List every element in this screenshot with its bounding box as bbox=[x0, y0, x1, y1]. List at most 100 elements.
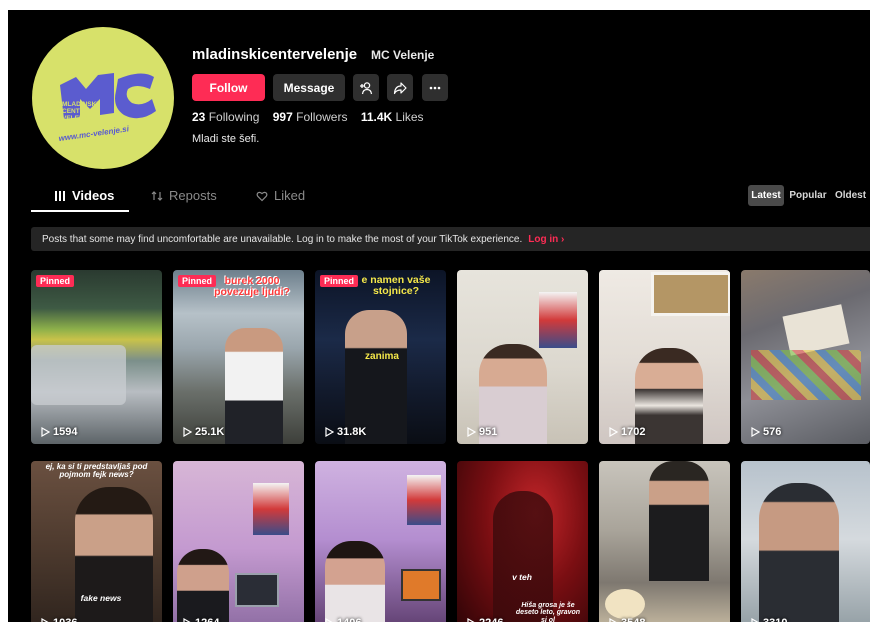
tab-liked-label: Liked bbox=[274, 188, 306, 203]
likes-label: Likes bbox=[395, 110, 424, 124]
follow-button[interactable]: Follow bbox=[192, 74, 265, 101]
video-caption: Hiša grosa je še deseto leto, gravon si … bbox=[515, 602, 581, 622]
mc-velenje-logo: MLADINSKI CENTER VELENJE www.mc-velenje.… bbox=[58, 73, 156, 143]
play-icon bbox=[41, 427, 50, 437]
play-icon bbox=[751, 618, 759, 622]
notice-text: Posts that some may find uncomfortable a… bbox=[42, 233, 523, 245]
sort-latest-button[interactable]: Latest bbox=[748, 185, 784, 206]
play-icon bbox=[325, 618, 333, 622]
content-notice-banner: Posts that some may find uncomfortable a… bbox=[31, 227, 870, 251]
thumbnail-person bbox=[225, 328, 283, 444]
video-card[interactable]: e namen vaše stojnice? zanima Pinned 31.… bbox=[315, 270, 446, 444]
video-subcaption: v teh bbox=[512, 572, 532, 582]
tab-videos[interactable]: Videos bbox=[54, 188, 114, 203]
video-subcaption: zanima bbox=[365, 351, 399, 362]
thumbnail-person bbox=[177, 549, 229, 622]
add-friend-button[interactable] bbox=[353, 74, 379, 101]
thumbnail-poster bbox=[407, 475, 441, 525]
following-count: 23 bbox=[192, 110, 206, 124]
add-user-icon bbox=[360, 81, 373, 94]
thumbnail-window bbox=[651, 272, 730, 316]
profile-username: mladinskicentervelenje bbox=[192, 46, 358, 63]
thumbnail-fireplace bbox=[401, 569, 441, 601]
video-caption: e namen vaše stojnice? bbox=[361, 274, 431, 298]
thumbnail-person bbox=[325, 541, 385, 622]
sort-oldest-button[interactable]: Oldest bbox=[831, 185, 870, 206]
video-views: 31.8K bbox=[324, 426, 366, 438]
tab-reposts[interactable]: Reposts bbox=[151, 188, 217, 203]
video-card[interactable]: 3548 bbox=[599, 461, 730, 622]
play-icon bbox=[609, 618, 617, 622]
pinned-badge: Pinned bbox=[36, 275, 75, 287]
active-tab-indicator bbox=[31, 210, 129, 212]
video-views: 2246 bbox=[466, 617, 503, 622]
play-icon bbox=[609, 427, 618, 437]
thumbnail-person bbox=[345, 310, 407, 444]
video-views: 1702 bbox=[608, 426, 645, 438]
tab-liked[interactable]: Liked bbox=[256, 188, 305, 203]
play-icon bbox=[183, 427, 192, 437]
thumbnail-laptop bbox=[235, 573, 279, 607]
grid-icon bbox=[55, 190, 65, 201]
play-icon bbox=[467, 618, 475, 622]
video-card[interactable]: 1406 bbox=[315, 461, 446, 622]
followers-label[interactable]: Followers bbox=[296, 110, 347, 124]
profile-stats: 23 Following 997 Followers 11.4K Likes bbox=[192, 110, 434, 124]
followers-count: 997 bbox=[272, 110, 293, 124]
video-card[interactable]: ej, ka si ti predstavljaš pod pojmom fej… bbox=[31, 461, 162, 622]
heart-icon bbox=[256, 191, 268, 201]
thumbnail-craft-items bbox=[751, 350, 861, 400]
share-button[interactable] bbox=[387, 74, 413, 101]
message-button[interactable]: Message bbox=[273, 74, 345, 101]
pinned-badge: Pinned bbox=[178, 275, 217, 287]
video-views: 1594 bbox=[40, 426, 77, 438]
thumbnail-person bbox=[759, 483, 839, 622]
thumbnail-poster bbox=[253, 483, 289, 535]
video-card[interactable]: 1702 bbox=[599, 270, 730, 444]
profile-page: MLADINSKI CENTER VELENJE www.mc-velenje.… bbox=[8, 10, 870, 622]
thumbnail-object bbox=[31, 345, 126, 405]
play-icon bbox=[41, 618, 49, 622]
profile-avatar[interactable]: MLADINSKI CENTER VELENJE www.mc-velenje.… bbox=[32, 27, 174, 169]
video-card[interactable]: 951 bbox=[457, 270, 588, 444]
avatar-line3: VELENJE bbox=[62, 115, 92, 122]
profile-nickname: MC Velenje bbox=[371, 48, 435, 62]
thumbnail-person bbox=[649, 461, 709, 581]
more-options-button[interactable] bbox=[422, 74, 448, 101]
thumbnail-dough bbox=[605, 589, 645, 619]
video-card[interactable]: Pinned 1594 bbox=[31, 270, 162, 444]
notice-login-link[interactable]: Log in › bbox=[528, 234, 564, 245]
video-views: 1036 bbox=[40, 617, 77, 622]
tab-videos-label: Videos bbox=[72, 188, 115, 203]
tab-reposts-label: Reposts bbox=[169, 188, 217, 203]
play-icon bbox=[183, 618, 191, 622]
avatar-line1: MLADINSKI bbox=[62, 101, 98, 108]
sort-popular-button[interactable]: Popular bbox=[788, 185, 828, 206]
video-card[interactable]: v teh Hiša grosa je še deseto leto, grav… bbox=[457, 461, 588, 622]
video-views: 576 bbox=[750, 426, 781, 438]
avatar-url: www.mc-velenje.si bbox=[58, 124, 130, 143]
play-icon bbox=[325, 427, 334, 437]
likes-count: 11.4K bbox=[360, 110, 393, 124]
pinned-badge: Pinned bbox=[320, 275, 359, 287]
video-card[interactable]: 576 bbox=[741, 270, 870, 444]
video-views: 1406 bbox=[324, 617, 361, 622]
following-label[interactable]: Following bbox=[209, 110, 260, 124]
ellipsis-icon bbox=[429, 86, 441, 89]
thumbnail-poster bbox=[539, 292, 577, 348]
video-subcaption: fake news bbox=[80, 593, 122, 603]
video-card[interactable]: 1264 bbox=[173, 461, 304, 622]
video-caption: ej, ka si ti predstavljaš pod pojmom fej… bbox=[45, 462, 148, 480]
video-views: 3310 bbox=[750, 617, 787, 622]
repost-icon bbox=[151, 190, 163, 201]
video-card[interactable]: burek 2000 povezuje ljudi? Pinned 25.1K bbox=[173, 270, 304, 444]
play-icon bbox=[751, 427, 760, 437]
video-views: 951 bbox=[466, 426, 497, 438]
video-caption: burek 2000 povezuje ljudi? bbox=[214, 275, 290, 299]
profile-bio: Mladi ste šefi. bbox=[192, 133, 260, 145]
video-views: 1264 bbox=[182, 617, 219, 622]
video-views: 25.1K bbox=[182, 426, 224, 438]
video-views: 3548 bbox=[608, 617, 645, 622]
video-card[interactable]: 3310 bbox=[741, 461, 870, 622]
avatar-line2: CENTER bbox=[62, 108, 89, 115]
